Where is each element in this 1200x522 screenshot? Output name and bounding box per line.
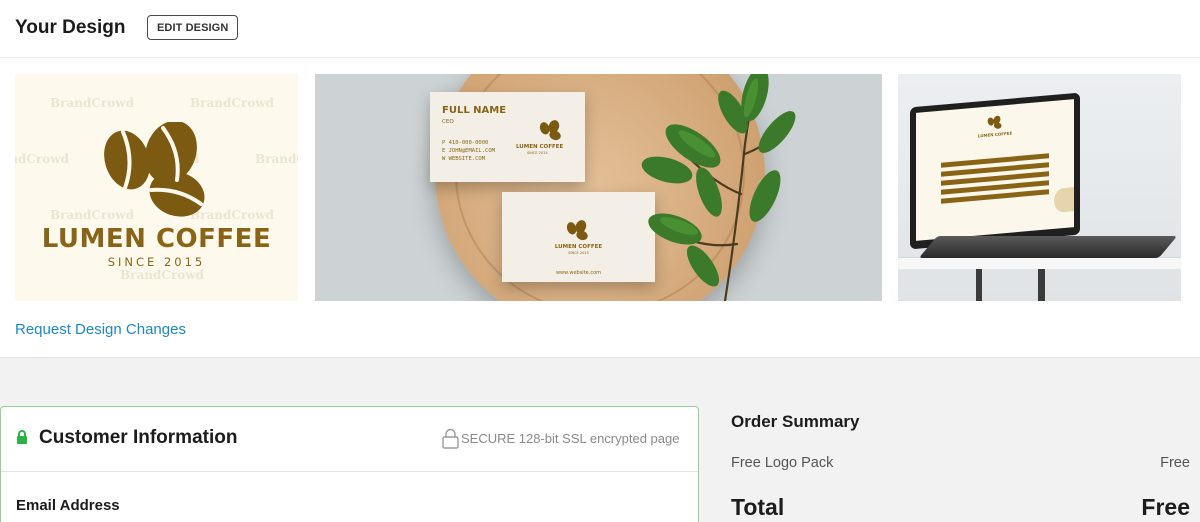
card-website: W WEBSITE.COM xyxy=(442,156,486,162)
design-title: Your Design xyxy=(15,17,126,38)
design-panel: Your Design EDIT DESIGN BrandCrowd Brand… xyxy=(0,0,1200,358)
laptop-screen: LUMEN COFFEE xyxy=(910,92,1080,250)
coffee-beans-icon xyxy=(566,220,588,241)
total-value: Free xyxy=(1141,494,1190,520)
card-full-name: FULL NAME xyxy=(442,105,507,116)
brand-since: SINCE 2015 xyxy=(107,255,206,269)
card-phone: P 410-000-0000 xyxy=(442,140,489,146)
business-card-mockup: FULL NAME CEO P 410-000-0000 E JOHN@EMAI… xyxy=(315,74,882,301)
table-leg xyxy=(976,269,982,301)
padlock-outline-icon xyxy=(442,428,459,449)
lock-icon xyxy=(17,430,27,444)
card-role: CEO xyxy=(442,119,454,125)
customer-information-header: Customer Information SECURE 128-bit SSL … xyxy=(1,407,698,472)
table-leg xyxy=(1038,269,1045,301)
customer-information-title: Customer Information xyxy=(39,427,238,448)
summary-item-label: Free Logo Pack xyxy=(731,455,834,471)
card-email: E JOHN@EMAIL.COM xyxy=(442,148,495,154)
order-summary-title: Order Summary xyxy=(731,412,860,431)
coffee-beans-logo xyxy=(104,122,205,217)
coffee-beans-icon xyxy=(987,115,1002,129)
customer-information-card: Customer Information SECURE 128-bit SSL … xyxy=(0,406,699,522)
card-front: FULL NAME CEO P 410-000-0000 E JOHN@EMAI… xyxy=(430,92,585,182)
email-address-label: Email Address xyxy=(16,497,120,514)
watermark: BrandCrowd xyxy=(120,268,204,282)
laptop-base xyxy=(918,236,1178,258)
laptop-circle xyxy=(1054,187,1074,213)
table-surface xyxy=(898,257,1181,269)
total-label: Total xyxy=(731,494,785,520)
card-brand: LUMEN COFFEE xyxy=(516,144,564,150)
laptop-display: LUMEN COFFEE xyxy=(916,99,1074,241)
watermark: BrandCrowd xyxy=(15,152,69,166)
laptop-mockup: LUMEN COFFEE xyxy=(898,74,1181,301)
coffee-beans-icon xyxy=(539,120,561,141)
design-header: Your Design EDIT DESIGN xyxy=(0,0,1200,58)
watermark: BrandCrowd xyxy=(255,152,298,166)
edit-design-button[interactable]: EDIT DESIGN xyxy=(147,15,239,40)
summary-item-price: Free xyxy=(1160,455,1190,471)
request-design-changes-link[interactable]: Request Design Changes xyxy=(15,321,186,338)
logo-preview: BrandCrowd BrandCrowd BrandCrowd BrandCr… xyxy=(15,74,298,301)
watermark: BrandCrowd xyxy=(190,96,274,110)
brand-name: LUMEN COFFEE xyxy=(41,224,272,254)
plant-branch xyxy=(641,74,796,301)
card-since: SINCE 2015 xyxy=(527,151,548,155)
secure-notice: SECURE 128-bit SSL encrypted page xyxy=(461,431,680,446)
watermark: BrandCrowd xyxy=(50,96,134,110)
